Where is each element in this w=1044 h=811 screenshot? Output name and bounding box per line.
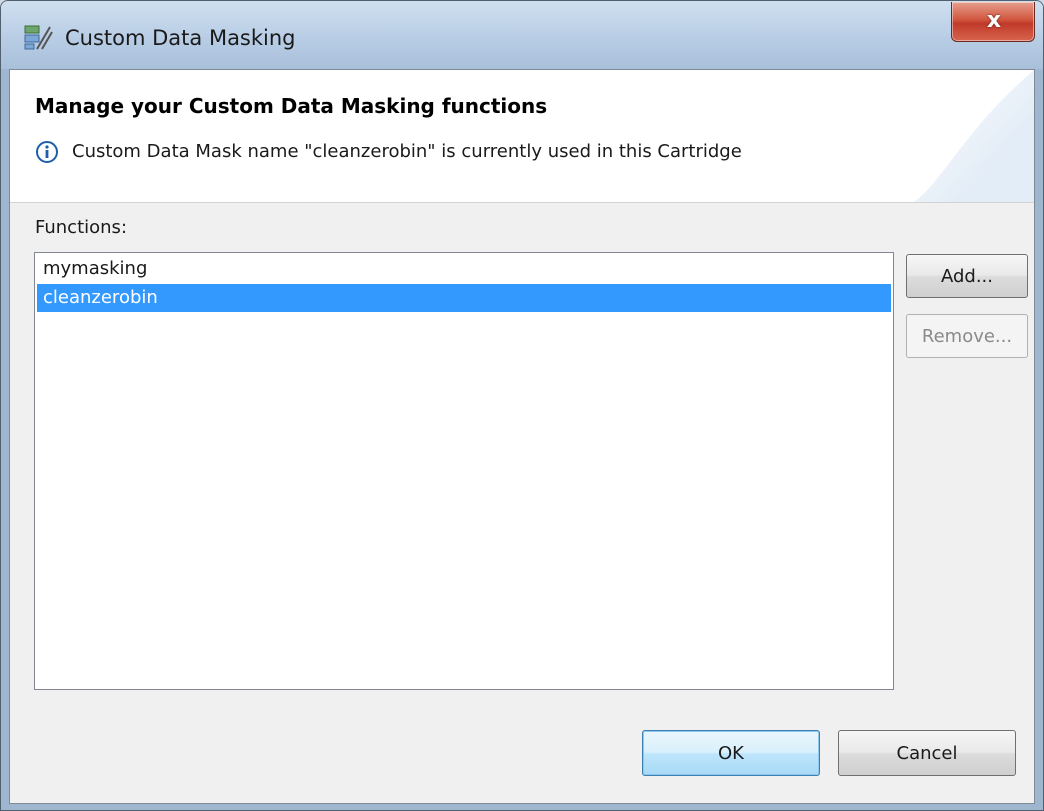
functions-label: Functions: xyxy=(35,217,128,238)
info-icon xyxy=(36,141,58,163)
dialog-header: Manage your Custom Data Masking function… xyxy=(10,70,1034,203)
ok-button[interactable]: OK xyxy=(642,730,820,776)
dialog-window: Custom Data Masking x Manage your Custom… xyxy=(0,0,1044,811)
remove-button[interactable]: Remove... xyxy=(906,314,1028,358)
window-title: Custom Data Masking xyxy=(65,26,296,50)
functions-list[interactable]: mymasking cleanzerobin xyxy=(34,252,894,690)
list-item-cleanzerobin[interactable]: cleanzerobin xyxy=(37,284,891,312)
dialog-content: Manage your Custom Data Masking function… xyxy=(9,69,1035,804)
info-message: Custom Data Mask name "cleanzerobin" is … xyxy=(72,141,742,162)
header-decoration xyxy=(914,70,1034,202)
title-bar[interactable]: Custom Data Masking x xyxy=(1,1,1043,69)
page-title: Manage your Custom Data Masking function… xyxy=(35,94,548,118)
cancel-button[interactable]: Cancel xyxy=(838,730,1016,776)
add-button[interactable]: Add... xyxy=(906,254,1028,298)
close-icon: x xyxy=(986,8,1002,33)
data-masking-icon xyxy=(24,25,53,50)
close-button[interactable]: x xyxy=(951,2,1035,42)
list-item-mymasking[interactable]: mymasking xyxy=(37,255,891,283)
